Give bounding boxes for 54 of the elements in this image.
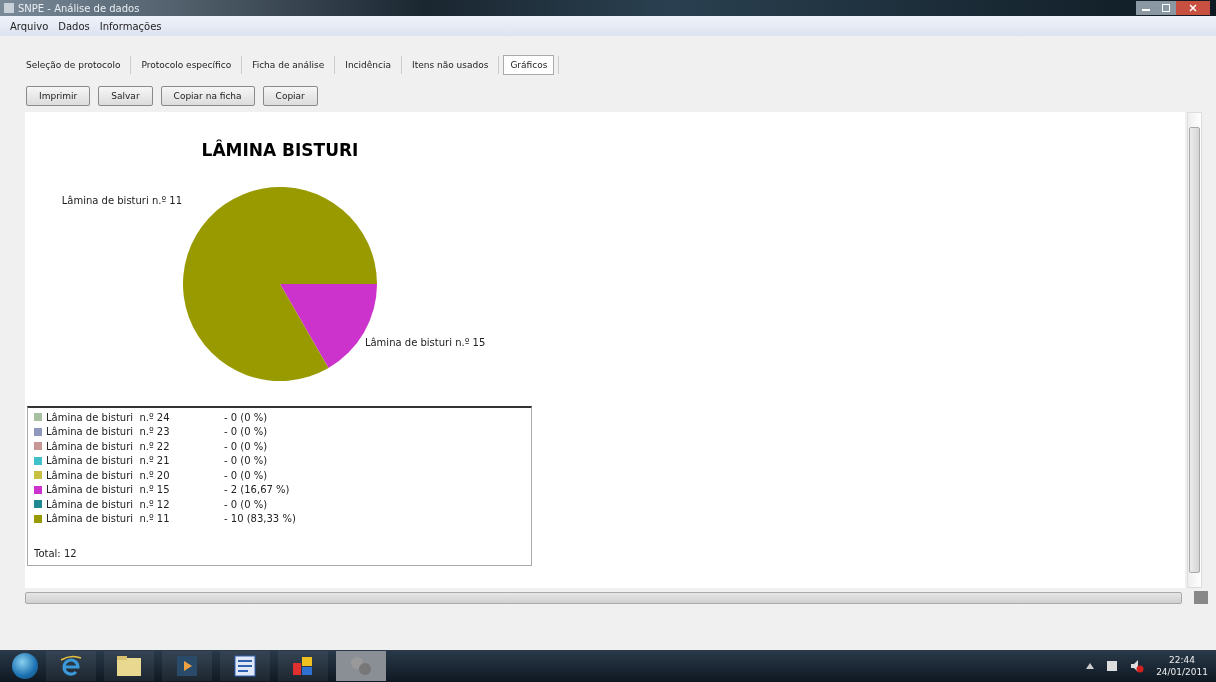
legend-label: Lâmina de bisturi n.º 21	[46, 455, 171, 467]
legend-value: - 0 (0 %)	[224, 426, 268, 438]
legend-value: - 0 (0 %)	[224, 455, 268, 467]
toolbar-button[interactable]: Copiar	[262, 86, 318, 106]
legend-label: Lâmina de bisturi n.º 12	[46, 498, 171, 510]
network-icon[interactable]	[1106, 659, 1119, 673]
document-icon[interactable]	[220, 651, 270, 681]
close-icon	[1189, 4, 1197, 12]
legend-label: Lâmina de bisturi n.º 24	[46, 411, 171, 423]
tab[interactable]: Protocolo específico	[135, 56, 238, 74]
clock-date: 24/01/2011	[1156, 666, 1208, 678]
minimize-button[interactable]	[1136, 1, 1156, 15]
legend-label: Lâmina de bisturi n.º 22	[46, 440, 171, 452]
tab[interactable]: Incidência	[339, 56, 397, 74]
toolbar-button[interactable]: Imprimir	[26, 86, 91, 106]
tab[interactable]: Itens não usados	[406, 56, 495, 74]
speaker-icon[interactable]	[1130, 659, 1145, 673]
chart-title: LÂMINA BISTURI	[201, 140, 359, 160]
legend-value: - 0 (0 %)	[224, 498, 268, 510]
slice-label: Lâmina de bisturi n.º 15	[364, 336, 486, 348]
slice-label: Lâmina de bisturi n.º 11	[61, 195, 183, 207]
tab[interactable]: Ficha de análise	[246, 56, 331, 74]
legend-label: Lâmina de bisturi n.º 20	[46, 469, 171, 481]
start-button[interactable]	[12, 653, 38, 679]
toolbar-button[interactable]: Salvar	[98, 86, 153, 106]
vertical-scrollbar[interactable]	[1187, 112, 1202, 588]
legend-total: Total: 12	[34, 548, 78, 561]
legend-value: - 10 (83,33 %)	[224, 513, 296, 525]
horizontal-scrollbar[interactable]	[25, 591, 1182, 604]
menu-item[interactable]: Arquivo	[10, 20, 49, 32]
resize-corner	[1194, 591, 1208, 604]
close-button[interactable]	[1176, 1, 1210, 15]
menu-item[interactable]: Dados	[58, 20, 90, 32]
legend-value: - 0 (0 %)	[224, 440, 268, 452]
maximize-icon	[1162, 4, 1170, 12]
app-icon	[4, 3, 14, 13]
legend-label: Lâmina de bisturi n.º 15	[46, 484, 171, 496]
menu-item[interactable]: Informações	[99, 20, 162, 32]
tray-arrow-icon[interactable]	[1086, 663, 1095, 669]
browser-icon[interactable]	[46, 651, 96, 681]
legend-value: - 0 (0 %)	[224, 469, 268, 481]
folder-icon[interactable]	[104, 651, 154, 681]
tab[interactable]: Seleção de protocolo	[20, 56, 127, 74]
tab[interactable]: Gráficos	[503, 55, 555, 75]
clock-time: 22:44	[1169, 654, 1196, 666]
media-player-icon[interactable]	[162, 651, 212, 681]
legend-value: - 0 (0 %)	[224, 411, 268, 423]
toolbar-button[interactable]: Copiar na ficha	[160, 86, 255, 106]
legend-label: Lâmina de bisturi n.º 11	[46, 513, 171, 525]
maximize-button[interactable]	[1156, 1, 1176, 15]
window-title: SNPE - Análise de dados	[18, 2, 140, 14]
legend-label: Lâmina de bisturi n.º 23	[46, 426, 171, 438]
legend-value: - 2 (16,67 %)	[224, 484, 290, 496]
tiles-icon[interactable]	[278, 651, 328, 681]
